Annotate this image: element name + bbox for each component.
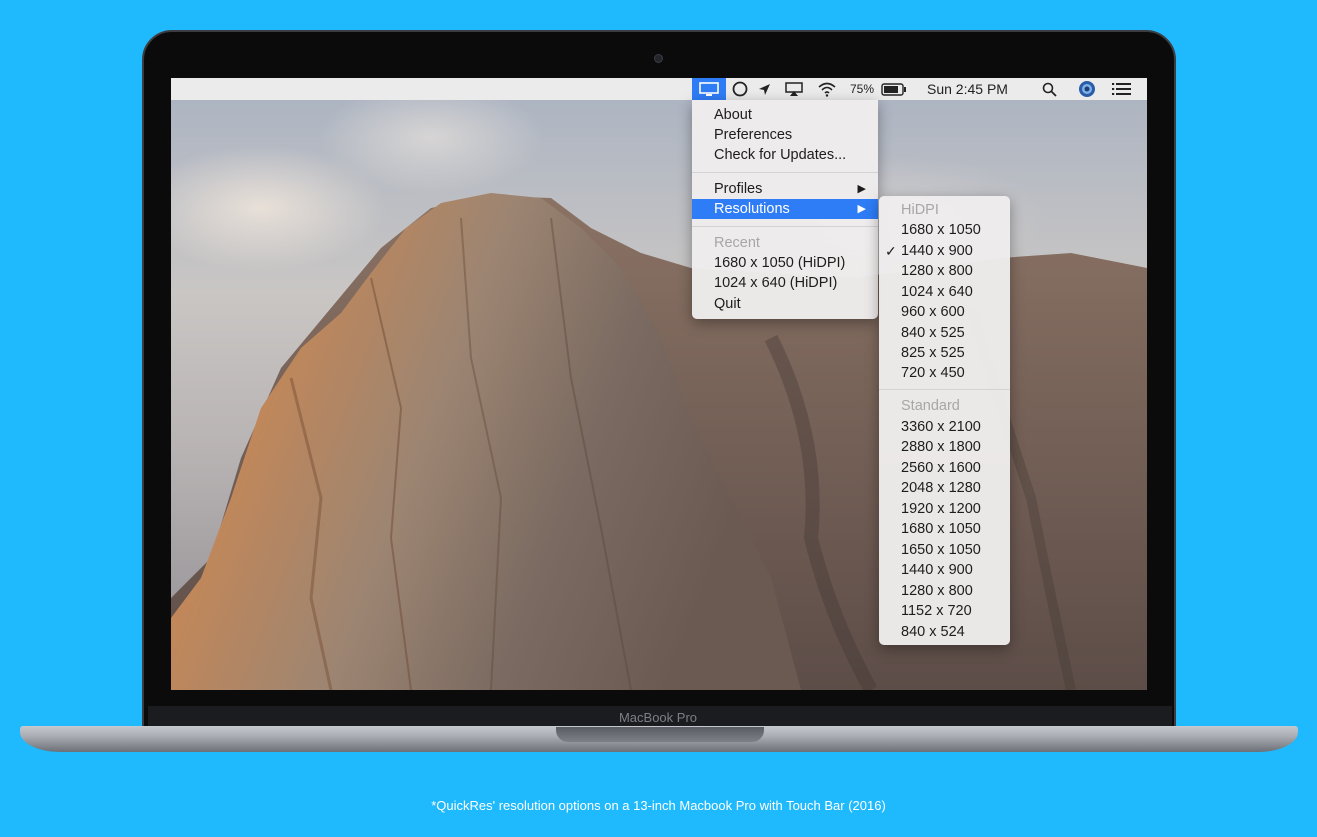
circle-icon[interactable] — [729, 78, 751, 100]
resolution-item[interactable]: 2048 x 1280 — [879, 478, 1010, 498]
menu-item-check-updates[interactable]: Check for Updates... — [692, 145, 878, 165]
menu-item-about[interactable]: About — [692, 105, 878, 125]
resolutions-submenu: HiDPI 1680 x 1050 ✓ 1440 x 900 1280 x 80… — [879, 196, 1010, 645]
menu-separator — [879, 389, 1010, 390]
menu-item-profiles[interactable]: Profiles ▶ — [692, 179, 878, 199]
battery-icon[interactable] — [880, 78, 908, 100]
submenu-arrow-icon: ▶ — [857, 203, 866, 215]
menu-separator — [692, 226, 878, 227]
resolution-item[interactable]: 1280 x 800 — [879, 261, 1010, 281]
list-icon[interactable] — [1110, 78, 1134, 100]
menu-bar: 75% Sun 2:45 PM — [171, 78, 1147, 100]
screen: 75% Sun 2:45 PM About Preferences Check … — [171, 78, 1147, 690]
resolution-item-label: 1440 x 900 — [901, 243, 973, 259]
resolution-item[interactable]: 1650 x 1050 — [879, 540, 1010, 560]
display-icon[interactable] — [692, 78, 726, 100]
menu-item-resolutions-label: Resolutions — [714, 201, 790, 217]
resolution-item[interactable]: 825 x 525 — [879, 343, 1010, 363]
resolution-item[interactable]: 2560 x 1600 — [879, 458, 1010, 478]
quickres-menu: About Preferences Check for Updates... P… — [692, 100, 878, 319]
resolution-item[interactable]: 1024 x 640 — [879, 282, 1010, 302]
resolution-item[interactable]: 720 x 450 — [879, 363, 1010, 383]
resolution-item[interactable]: 1440 x 900 — [879, 560, 1010, 580]
menu-separator — [692, 172, 878, 173]
submenu-header-hidpi: HiDPI — [901, 202, 939, 218]
resolution-item-selected[interactable]: ✓ 1440 x 900 — [879, 241, 1010, 261]
laptop-notch — [556, 727, 764, 742]
search-icon[interactable] — [1039, 78, 1059, 100]
menu-item-quit[interactable]: Quit — [692, 294, 878, 314]
resolution-item[interactable]: 1680 x 1050 — [879, 220, 1010, 240]
airplay-icon[interactable] — [783, 78, 805, 100]
resolution-item[interactable]: 3360 x 2100 — [879, 417, 1010, 437]
user-avatar-icon[interactable] — [1076, 78, 1098, 100]
resolution-item[interactable]: 960 x 600 — [879, 302, 1010, 322]
device-label: MacBook Pro — [618, 710, 698, 725]
battery-percent: 75% — [850, 82, 875, 96]
resolution-item[interactable]: 2880 x 1800 — [879, 437, 1010, 457]
caption: *QuickRes' resolution options on a 13-in… — [431, 798, 886, 813]
submenu-header-standard: Standard — [901, 398, 960, 414]
resolution-item[interactable]: 840 x 524 — [879, 622, 1010, 642]
menu-item-recent[interactable]: 1680 x 1050 (HiDPI) — [692, 253, 878, 273]
menu-item-recent[interactable]: 1024 x 640 (HiDPI) — [692, 273, 878, 293]
camera — [654, 54, 663, 63]
resolution-item[interactable]: 1280 x 800 — [879, 581, 1010, 601]
resolution-item[interactable]: 1920 x 1200 — [879, 499, 1010, 519]
menu-item-resolutions[interactable]: Resolutions ▶ — [692, 199, 878, 219]
menu-header-recent: Recent — [714, 235, 760, 251]
resolution-item[interactable]: 1680 x 1050 — [879, 519, 1010, 539]
resolution-item[interactable]: 840 x 525 — [879, 323, 1010, 343]
resolution-item[interactable]: 1152 x 720 — [879, 601, 1010, 621]
location-arrow-icon[interactable] — [755, 78, 773, 100]
menu-item-profiles-label: Profiles — [714, 181, 763, 197]
wifi-icon[interactable] — [816, 78, 838, 100]
menu-item-preferences[interactable]: Preferences — [692, 125, 878, 145]
submenu-arrow-icon: ▶ — [857, 183, 866, 195]
clock[interactable]: Sun 2:45 PM — [927, 78, 1008, 100]
checkmark-icon: ✓ — [885, 243, 897, 259]
